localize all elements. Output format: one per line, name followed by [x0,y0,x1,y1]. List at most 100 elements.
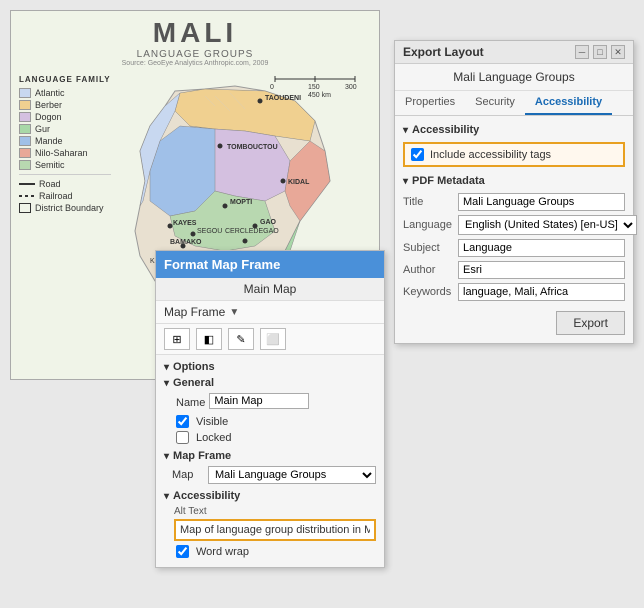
svg-text:450 km: 450 km [308,92,331,99]
legend-item-dogon: Dogon [19,112,111,122]
visible-row: Visible [164,415,376,428]
legend-road: Road [19,179,111,189]
svg-text:TOMBOUCTOU: TOMBOUCTOU [227,144,278,151]
city-kayes [168,224,173,229]
mapframe-dropdown-arrow[interactable]: ▼ [229,307,239,318]
tab-accessibility[interactable]: Accessibility [525,91,612,115]
section-accessibility-format: ▾ Accessibility Alt Text Word wrap [164,490,376,558]
format-body: ▾ Options ▾ General Name Visible Locked [156,355,384,567]
accessibility-checkbox-label: Include accessibility tags [430,149,551,161]
pdf-language-row: Language English (United States) [en-US] [403,215,625,235]
options-label: Options [173,361,215,373]
format-panel-subtitle: Main Map [156,278,384,301]
pdf-subject-input[interactable] [458,239,625,257]
city-kidal [281,179,286,184]
tab-security[interactable]: Security [465,91,525,115]
svg-text:BAMAKO: BAMAKO [170,239,202,246]
city-taoudeni [258,99,263,104]
pdf-title-row: Title [403,193,625,211]
pdf-meta-section: ▾ PDF Metadata Title Language English (U… [403,175,625,301]
map-title-area: MALI LANGUAGE GROUPS Source: GeoEye Anal… [11,11,379,67]
general-arrow: ▾ [164,378,169,389]
legend-color-berber [19,100,31,110]
pdf-keywords-label: Keywords [403,286,458,298]
legend-color-atlantic [19,88,31,98]
legend-district: District Boundary [19,203,111,213]
general-label: General [173,377,214,389]
svg-text:300: 300 [345,84,357,91]
map-dropdown-row: Map Mali Language Groups [164,466,376,484]
export-body: ▾ Accessibility Include accessibility ta… [395,116,633,343]
export-button[interactable]: Export [556,311,625,335]
pdf-meta-header: ▾ PDF Metadata [403,175,625,187]
word-wrap-label[interactable]: Word wrap [176,545,249,558]
icon-btn-display[interactable]: ⬜ [260,328,286,350]
alt-text-label: Alt Text [164,506,376,517]
map-select[interactable]: Mali Language Groups [208,466,376,484]
city-mopti [223,204,228,209]
minimize-btn[interactable]: － [575,45,589,59]
svg-text:150: 150 [308,84,320,91]
legend-divider [19,174,111,175]
tab-properties[interactable]: Properties [395,91,465,115]
alt-text-input-wrapper [164,519,376,541]
export-panel-title: Export Layout [403,45,484,59]
icon-btn-edit[interactable]: ✎ [228,328,254,350]
export-titlebar: Export Layout － □ ✕ [395,41,633,64]
close-btn[interactable]: ✕ [611,45,625,59]
icon-btn-props[interactable]: ◧ [196,328,222,350]
mapframe-label: Map Frame [164,305,225,319]
name-label: Name [176,397,205,409]
visible-label[interactable]: Visible [176,415,228,428]
map-dropdown-label: Map [172,469,204,481]
legend-color-gur [19,124,31,134]
pdf-author-row: Author [403,261,625,279]
pdf-keywords-row: Keywords [403,283,625,301]
mapframe-section-header: ▾ Map Frame [164,450,376,462]
legend-color-semitic [19,160,31,170]
accessibility-tags-checkbox[interactable] [411,148,424,161]
pdf-language-select[interactable]: English (United States) [en-US] [458,215,637,235]
pdf-subject-label: Subject [403,242,458,254]
word-wrap-row: Word wrap [164,545,376,558]
locked-checkbox[interactable] [176,431,189,444]
legend-railroad-line [19,195,35,197]
legend-item-atlantic: Atlantic [19,88,111,98]
svg-text:MOPTI: MOPTI [230,199,252,206]
name-input[interactable] [209,393,309,409]
accessibility-checkbox-row: Include accessibility tags [403,142,625,167]
export-tabs: Properties Security Accessibility [395,91,633,116]
city-tombouctou [218,144,223,149]
restore-btn[interactable]: □ [593,45,607,59]
section-mapframe: ▾ Map Frame Map Mali Language Groups [164,450,376,484]
svg-text:TAOUDENI: TAOUDENI [265,95,301,102]
legend-title: LANGUAGE FAMILY [19,75,111,84]
name-row: Name [164,393,376,412]
svg-text:CERCLEDEGAO: CERCLEDEGAO [225,228,279,235]
legend-item-semitic: Semitic [19,160,111,170]
icon-btn-grid[interactable]: ⊞ [164,328,190,350]
pdf-title-input[interactable] [458,193,625,211]
legend-item-berber: Berber [19,100,111,110]
export-subtitle: Mali Language Groups [395,64,633,91]
pdf-author-label: Author [403,264,458,276]
alt-text-input[interactable] [174,519,376,541]
map-title-language: LANGUAGE GROUPS [11,49,379,60]
pdf-language-label: Language [403,219,458,231]
pdf-subject-row: Subject [403,239,625,257]
city-cercledegao [243,239,248,244]
pdf-keywords-input[interactable] [458,283,625,301]
locked-label[interactable]: Locked [176,431,231,444]
accessibility-header: ▾ Accessibility [403,124,625,136]
visible-checkbox[interactable] [176,415,189,428]
legend-item-mande: Mande [19,136,111,146]
format-panel-title: Format Map Frame [164,257,280,272]
format-mapframe-row: Map Frame ▼ [156,301,384,324]
legend-railroad: Railroad [19,191,111,201]
section-general: ▾ General [164,377,376,389]
format-icons-row: ⊞ ◧ ✎ ⬜ [156,324,384,355]
options-arrow: ▾ [164,362,169,373]
map-legend: LANGUAGE FAMILY Atlantic Berber Dogon Gu… [15,71,115,354]
pdf-author-input[interactable] [458,261,625,279]
word-wrap-checkbox[interactable] [176,545,189,558]
